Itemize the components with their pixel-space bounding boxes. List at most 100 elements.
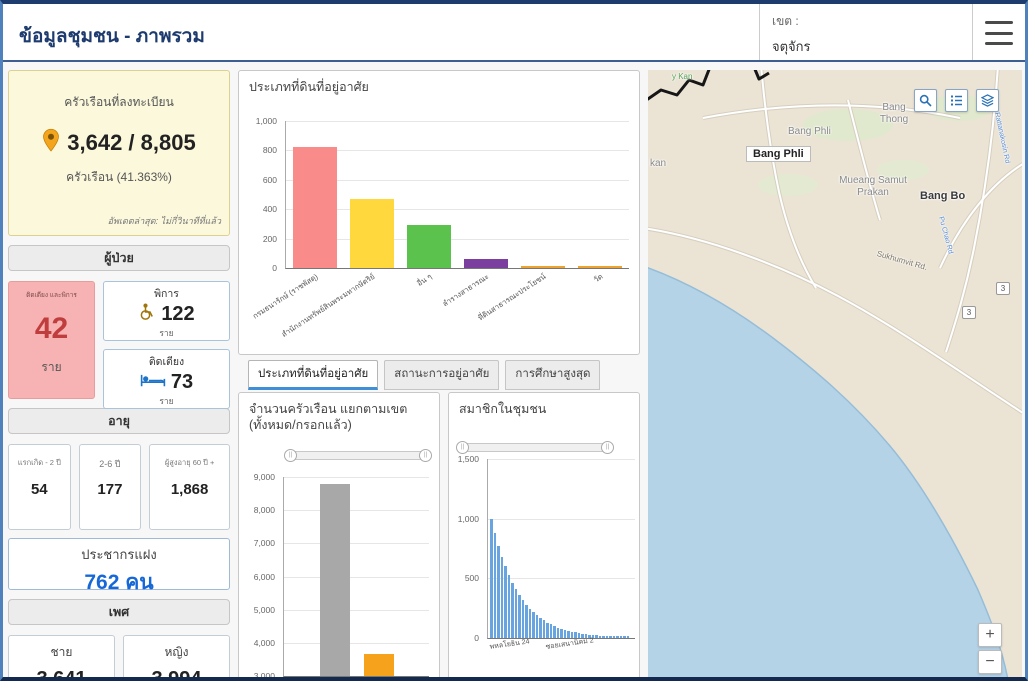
x-category-label: สำนักงานทรัพย์สินพระมหากษัตริย์ xyxy=(262,271,378,352)
sidebar: ครัวเรือนที่ลงทะเบียน 3,642 / 8,805 ครัว… xyxy=(8,70,230,681)
chart-bar xyxy=(532,612,535,638)
y-tick-label: 0 xyxy=(474,633,479,643)
chart-bar xyxy=(609,636,612,638)
chart-bar xyxy=(525,605,528,638)
chart-bar xyxy=(550,624,553,638)
x-category-label: วัด xyxy=(490,271,606,352)
age-card-newborn: แรกเกิด - 2 ปี 54 xyxy=(8,444,71,530)
female-card: หญิง 3,994 xyxy=(123,635,230,681)
homebound-value: 42 xyxy=(9,312,94,346)
tab-highest-education[interactable]: การศึกษาสูงสุด xyxy=(505,360,600,390)
district-selector[interactable]: เขต : จตุจักร xyxy=(759,4,973,60)
y-axis: 02004006008001,000 xyxy=(239,121,283,268)
y-tick-label: 0 xyxy=(272,263,277,273)
bedridden-value: 73 xyxy=(171,371,193,394)
bedridden-card: ติดเตียง 73 ราย xyxy=(103,349,230,409)
last-updated-text: อัพเดตล่าสุด: ไม่กี่วินาทีที่แล้ว xyxy=(108,214,221,228)
chart-bar xyxy=(553,626,556,638)
y-tick-label: 400 xyxy=(263,204,277,214)
header: ข้อมูลชุมชน - ภาพรวม เขต : จตุจักร xyxy=(3,4,1025,62)
place-label-bang-thong: Bang Thong xyxy=(872,102,916,125)
chart-range-slider[interactable]: || || xyxy=(457,443,613,452)
age-card-elderly: ผู้สูงอายุ 60 ปี + 1,868 xyxy=(149,444,230,530)
chart-bar xyxy=(350,199,394,268)
zoom-in-button[interactable]: + xyxy=(978,623,1002,647)
route-shield-3: 3 xyxy=(996,282,1010,295)
slider-handle-right[interactable]: || xyxy=(601,441,614,454)
gender-section-button[interactable]: เพศ xyxy=(8,599,230,625)
y-tick-label: 1,000 xyxy=(256,116,277,126)
homebound-disabled-card: ติดเตียง และพิการ 42 ราย xyxy=(8,281,95,399)
chart-bar xyxy=(501,557,504,638)
chart-bar xyxy=(599,636,602,638)
map-zoom-controls: + − xyxy=(978,623,1002,674)
age-card-2-6: 2-6 ปี 177 xyxy=(79,444,142,530)
dashboard-page: ข้อมูลชุมชน - ภาพรวม เขต : จตุจักร ครัวเ… xyxy=(0,0,1028,681)
slider-handle-left[interactable]: || xyxy=(284,449,297,462)
chart-bar xyxy=(546,623,549,638)
wheelchair-icon xyxy=(138,303,156,326)
place-label-mueang-samut-prakan: Mueang Samut Prakan xyxy=(828,175,918,198)
chart-bar xyxy=(543,620,546,638)
chart-bar xyxy=(320,484,350,676)
y-tick-label: 1,000 xyxy=(458,514,479,524)
disabled-label: พิการ xyxy=(104,285,229,302)
chart-bar xyxy=(620,636,623,638)
chart-title: ประเภทที่ดินที่อยู่อาศัย xyxy=(239,71,639,95)
chart-bar xyxy=(522,600,525,638)
y-axis: 3,0004,0005,0006,0007,0008,0009,000 xyxy=(239,477,281,676)
chart-bar xyxy=(518,595,521,638)
age-label: แรกเกิด - 2 ปี xyxy=(9,457,70,469)
chart-bar xyxy=(595,635,598,638)
zoom-out-button[interactable]: − xyxy=(978,650,1002,674)
age-row: แรกเกิด - 2 ปี 54 2-6 ปี 177 ผู้สูงอายุ … xyxy=(8,444,230,530)
y-tick-label: 3,000 xyxy=(254,671,275,681)
registered-label: ครัวเรือนที่ลงทะเบียน xyxy=(9,93,229,112)
route-shield-3: 3 xyxy=(962,306,976,319)
map-legend-button[interactable] xyxy=(945,89,968,112)
chart-bar xyxy=(515,589,518,638)
chart-bar xyxy=(606,636,609,638)
homebound-label: ติดเตียง และพิการ xyxy=(9,290,94,300)
hidden-population-card: ประชากรแฝง 762 คน xyxy=(8,538,230,590)
district-label: เขต : xyxy=(772,12,960,31)
tab-land-type[interactable]: ประเภทที่ดินที่อยู่อาศัย xyxy=(248,360,378,390)
chart-title: จำนวนครัวเรือน แยกตามเขต (ทั้งหมด/กรอกแล… xyxy=(239,393,439,434)
age-value: 54 xyxy=(9,481,70,498)
district-value: จตุจักร xyxy=(772,36,960,57)
tab-residence-status[interactable]: สถานะการอยู่อาศัย xyxy=(384,360,499,390)
y-tick-label: 8,000 xyxy=(254,505,275,515)
chart-tabs: ประเภทที่ดินที่อยู่อาศัย สถานะการอยู่อาศ… xyxy=(248,360,600,390)
map-toolbar xyxy=(914,89,999,112)
y-tick-label: 500 xyxy=(465,573,479,583)
map-pin-icon xyxy=(42,128,60,158)
chart-bar xyxy=(504,566,507,638)
community-members-chart-card: สมาชิกในชุมชน || || 05001,0001,500 พหลโย… xyxy=(448,392,640,681)
chart-bar xyxy=(567,631,570,638)
chart-range-slider[interactable]: || || xyxy=(285,451,431,460)
registered-value: 3,642 / 8,805 xyxy=(67,130,195,156)
map-search-button[interactable] xyxy=(914,89,937,112)
male-card: ชาย 3,641 xyxy=(8,635,115,681)
disabled-value: 122 xyxy=(161,303,194,326)
bed-icon xyxy=(140,373,166,393)
y-tick-label: 600 xyxy=(263,175,277,185)
chart-bar xyxy=(508,575,511,638)
chart-bar xyxy=(497,546,500,638)
map-layers-button[interactable] xyxy=(976,89,999,112)
hidden-population-label: ประชากรแฝง xyxy=(9,544,229,565)
age-label: 2-6 ปี xyxy=(80,457,141,469)
page-title: ข้อมูลชุมชน - ภาพรวม xyxy=(19,21,205,51)
slider-handle-left[interactable]: || xyxy=(456,441,469,454)
slider-handle-right[interactable]: || xyxy=(419,449,432,462)
age-value: 1,868 xyxy=(150,481,229,498)
registered-households-card: ครัวเรือนที่ลงทะเบียน 3,642 / 8,805 ครัว… xyxy=(8,70,230,236)
menu-icon[interactable] xyxy=(985,21,1013,45)
chart-bar xyxy=(529,609,532,638)
age-section-button[interactable]: อายุ xyxy=(8,408,230,434)
map-canvas[interactable]: y Kan Bang Phli Bang Phli Bang Thong Mue… xyxy=(648,70,1022,677)
male-value: 3,641 xyxy=(9,668,114,681)
place-label-bang-phli-selected: Bang Phli xyxy=(746,146,811,162)
chart-bar xyxy=(557,628,560,639)
patients-section-button[interactable]: ผู้ป่วย xyxy=(8,245,230,271)
